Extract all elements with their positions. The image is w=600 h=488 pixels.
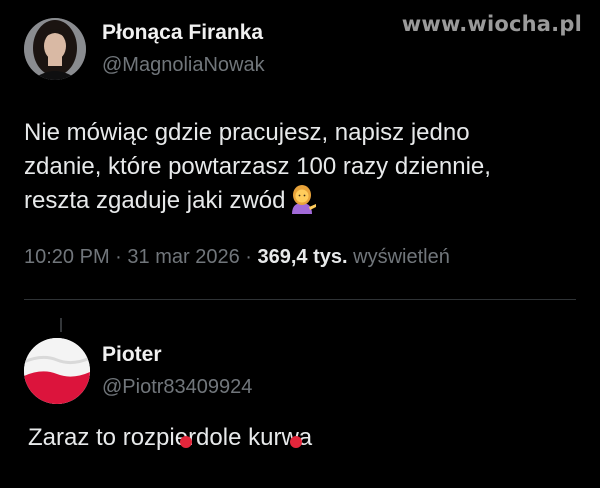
- reply-author-name[interactable]: Pioter: [102, 342, 252, 368]
- censor-dot: [290, 436, 302, 448]
- thread-line: [60, 318, 62, 332]
- tweet-date[interactable]: 31 mar 2026: [127, 246, 239, 268]
- avatar[interactable]: [24, 18, 86, 80]
- reply-text: Zaraz to rozpierdole kurwa: [28, 424, 313, 451]
- author-handle[interactable]: @MagnoliaNowak: [102, 52, 265, 78]
- tweet-meta: 10:20 PM · 31 mar 2026 · 369,4 tys. wyśw…: [24, 246, 576, 269]
- reply-avatar[interactable]: [24, 338, 90, 404]
- views-count[interactable]: 369,4 tys.: [258, 246, 348, 268]
- woman-tipping-hand-icon: [287, 184, 317, 224]
- main-tweet[interactable]: Płonąca Firanka @MagnoliaNowak Nie mówią…: [24, 18, 576, 269]
- reply-tweet[interactable]: Pioter @Piotr83409924: [24, 338, 576, 404]
- tweet-text-line: zdanie, które powtarzasz 100 razy dzienn…: [24, 153, 491, 180]
- tweet-text: Nie mówiąc gdzie pracujesz, napisz jedno…: [24, 116, 569, 224]
- censor-dot: [180, 436, 192, 448]
- author-name[interactable]: Płonąca Firanka: [102, 20, 265, 46]
- views-label: wyświetleń: [353, 246, 450, 268]
- tweet-header: Płonąca Firanka @MagnoliaNowak: [24, 18, 576, 80]
- reply-author-handle[interactable]: @Piotr83409924: [102, 374, 252, 400]
- avatar-portrait-icon: [24, 18, 86, 80]
- tweet-time[interactable]: 10:20 PM: [24, 246, 110, 268]
- meta-separator: ·: [115, 246, 122, 268]
- reply-header: Pioter @Piotr83409924: [24, 338, 576, 404]
- divider: [24, 299, 576, 300]
- meta-separator: ·: [245, 246, 252, 268]
- tweet-text-line: Nie mówiąc gdzie pracujesz, napisz jedno: [24, 119, 470, 146]
- polish-flag-icon: [24, 338, 90, 404]
- tweet-text-line-content: reszta zgaduje jaki zwód: [24, 187, 286, 214]
- tweet-text-line: reszta zgaduje jaki zwód: [24, 184, 569, 224]
